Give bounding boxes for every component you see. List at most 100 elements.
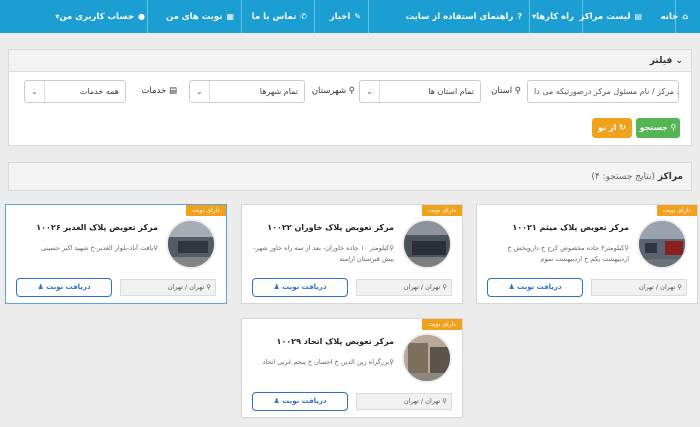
center-photo: [637, 219, 687, 269]
center-address-text: کیلومتر ۱۰ جاده خاوران- بعد از سه راه خا…: [253, 244, 394, 263]
center-address-text: یافت آباد-بلوار الغدیر-خ شهید اکبر حسینی: [40, 244, 154, 252]
city-label: شهرستان ⚲: [309, 80, 355, 103]
nav-centers[interactable]: لیست مراکز ▤: [579, 0, 642, 33]
availability-badge: دارای نوبت: [422, 205, 462, 216]
user-icon: ♟: [508, 283, 515, 291]
service-select-value: همه خدمات: [79, 87, 119, 96]
nav-contact[interactable]: تماس با ما ✆: [252, 0, 307, 33]
get-appointment-button[interactable]: دریافت نوبت ♟: [252, 392, 348, 411]
map-pin-icon: ⚲: [442, 397, 447, 405]
user-icon: ♟: [37, 283, 44, 291]
province-label-text: استان: [491, 86, 513, 96]
reset-button-label: از نو: [598, 123, 617, 132]
map-pin-icon: ⚲: [206, 283, 211, 291]
nav-appointments-label: نوبت های من: [166, 12, 223, 22]
center-address-text: کیلومتر۲ جاده مخصوص کرج خ داروپخش خ اردی…: [507, 244, 629, 263]
results-header: مراکز (نتایج جستجو: ۴): [8, 162, 692, 191]
center-card: دارای نوبت مرکز تعویض پلاک خاوران ۱۰۰۲۲ …: [241, 204, 463, 304]
service-label-text: خدمات: [141, 86, 167, 96]
map-pin-icon: ⚲: [442, 283, 447, 291]
filter-panel-header[interactable]: ⌄ فیلتر: [9, 50, 691, 72]
search-button[interactable]: جستجو ⚲: [636, 118, 680, 138]
home-icon: ⌂: [682, 12, 688, 21]
center-location: ⚲ تهران / تهران: [356, 393, 452, 410]
nav-guide-label: راهنمای استفاده از سایت: [405, 12, 514, 22]
map-pin-icon: ⚲: [514, 86, 521, 96]
center-address-text: بزرگراه زین الدین خ احسان خ پنجم غربی ات…: [262, 358, 390, 366]
center-location-text: تهران / تهران: [638, 283, 676, 291]
center-title[interactable]: مرکز تعویض پلاک خاوران ۱۰۰۲۲: [248, 222, 394, 233]
chevron-down-icon: ⌄: [360, 81, 380, 102]
center-address: ⚲کیلومتر ۱۰ جاده خاوران- بعد از سه راه خ…: [248, 243, 394, 265]
get-appointment-label: دریافت نوبت: [46, 283, 91, 291]
list-icon: ▤: [168, 86, 177, 96]
chevron-down-icon: ⌄: [190, 81, 210, 102]
province-select[interactable]: ⌄ تمام استان ها: [359, 80, 481, 103]
center-location: ⚲ تهران / تهران: [120, 279, 216, 296]
map-pin-icon: ⚲: [624, 244, 629, 252]
nav-appointments[interactable]: نوبت های من ▦: [166, 0, 234, 33]
search-icon: ⚲: [670, 123, 677, 132]
user-icon: ●: [138, 12, 145, 21]
get-appointment-label: دریافت نوبت: [282, 397, 327, 405]
center-location-text: تهران / تهران: [403, 397, 441, 405]
center-card: دارای نوبت مرکز تعویض پلاک میثم ۱۰۰۲۱ ⚲ک…: [476, 204, 698, 304]
city-label-text: شهرستان: [311, 86, 347, 96]
filter-title: ⌄ فیلتر: [650, 50, 683, 72]
search-input[interactable]: کد مرکز / نام مسئول مرکز درصورتیکه می دا: [527, 80, 679, 103]
top-navbar: خانه ⌂ لیست مراکز ▤ ▾راه کارها راهنمای است…: [0, 0, 700, 33]
center-photo: [402, 333, 452, 383]
nav-account[interactable]: ▾حساب کاربری من ●: [51, 0, 145, 33]
province-select-value: تمام استان ها: [428, 87, 474, 96]
map-pin-icon: ⚲: [389, 244, 394, 252]
nav-news[interactable]: اخبار ✎: [330, 0, 361, 33]
city-select[interactable]: ⌄ تمام شهرها: [189, 80, 305, 103]
map-pin-icon: ⚲: [153, 244, 158, 252]
nav-solutions[interactable]: ▾راه کارها: [528, 0, 574, 33]
map-pin-icon: ⚲: [677, 283, 682, 291]
reset-button[interactable]: از نو ↻: [592, 118, 632, 138]
center-title[interactable]: مرکز تعویض پلاک میثم ۱۰۰۲۱: [483, 222, 629, 233]
center-card: دارای نوبت مرکز تعویض پلاک اتحاد ۱۰۰۲۹ ⚲…: [241, 318, 463, 418]
results-title-label: مراکز: [657, 172, 683, 182]
center-photo: [402, 219, 452, 269]
chevron-down-icon: ⌄: [675, 56, 683, 66]
center-address: ⚲کیلومتر۲ جاده مخصوص کرج خ داروپخش خ ارد…: [483, 243, 629, 265]
availability-badge: دارای نوبت: [422, 319, 462, 330]
nav-news-label: اخبار: [329, 12, 351, 22]
availability-badge: دارای نوبت: [186, 205, 226, 216]
search-input-placeholder: کد مرکز / نام مسئول مرکز درصورتیکه می دا: [534, 87, 679, 96]
user-icon: ♟: [273, 283, 280, 291]
service-label: خدمات ▤: [133, 80, 177, 103]
service-select[interactable]: ⌄ همه خدمات: [24, 80, 126, 103]
nav-contact-label: تماس با ما: [251, 12, 297, 22]
get-appointment-button[interactable]: دریافت نوبت ♟: [487, 278, 583, 297]
calendar-icon: ▦: [226, 12, 234, 21]
nav-guide[interactable]: راهنمای استفاده از سایت?: [406, 0, 522, 33]
edit-icon: ✎: [354, 12, 361, 21]
map-pin-icon: ⚲: [348, 86, 355, 96]
availability-badge: دارای نوبت: [657, 205, 697, 216]
search-button-label: جستجو: [639, 123, 668, 132]
center-photo: [166, 219, 216, 269]
get-appointment-button[interactable]: دریافت نوبت ♟: [252, 278, 348, 297]
center-card: دارای نوبت مرکز تعویض پلاک الغدیر ۱۰۰۲۶ …: [5, 204, 227, 304]
center-title[interactable]: مرکز تعویض پلاک الغدیر ۱۰۰۲۶: [12, 222, 158, 233]
refresh-icon: ↻: [619, 123, 626, 132]
center-address: ⚲بزرگراه زین الدین خ احسان خ پنجم غربی ا…: [248, 357, 394, 368]
nav-centers-label: لیست مراکز: [579, 12, 631, 22]
filter-title-label: فیلتر: [649, 56, 673, 66]
nav-account-label: حساب کاربری من: [59, 12, 135, 22]
center-address: ⚲یافت آباد-بلوار الغدیر-خ شهید اکبر حسین…: [12, 243, 158, 254]
user-icon: ♟: [273, 397, 280, 405]
question-icon: ?: [517, 12, 522, 21]
results-count: (نتایج جستجو: ۴): [591, 172, 656, 182]
province-label: استان ⚲: [485, 80, 521, 103]
center-title[interactable]: مرکز تعویض پلاک اتحاد ۱۰۰۲۹: [248, 336, 394, 347]
filter-panel: ⌄ فیلتر کد مرکز / نام مسئول مرکز درصورتی…: [8, 49, 692, 146]
phone-icon: ✆: [300, 12, 307, 21]
get-appointment-button[interactable]: دریافت نوبت ♟: [16, 278, 112, 297]
map-pin-icon: ⚲: [389, 358, 394, 366]
center-location-text: تهران / تهران: [167, 283, 205, 291]
results-title: مراکز (نتایج جستجو: ۴): [591, 163, 683, 192]
